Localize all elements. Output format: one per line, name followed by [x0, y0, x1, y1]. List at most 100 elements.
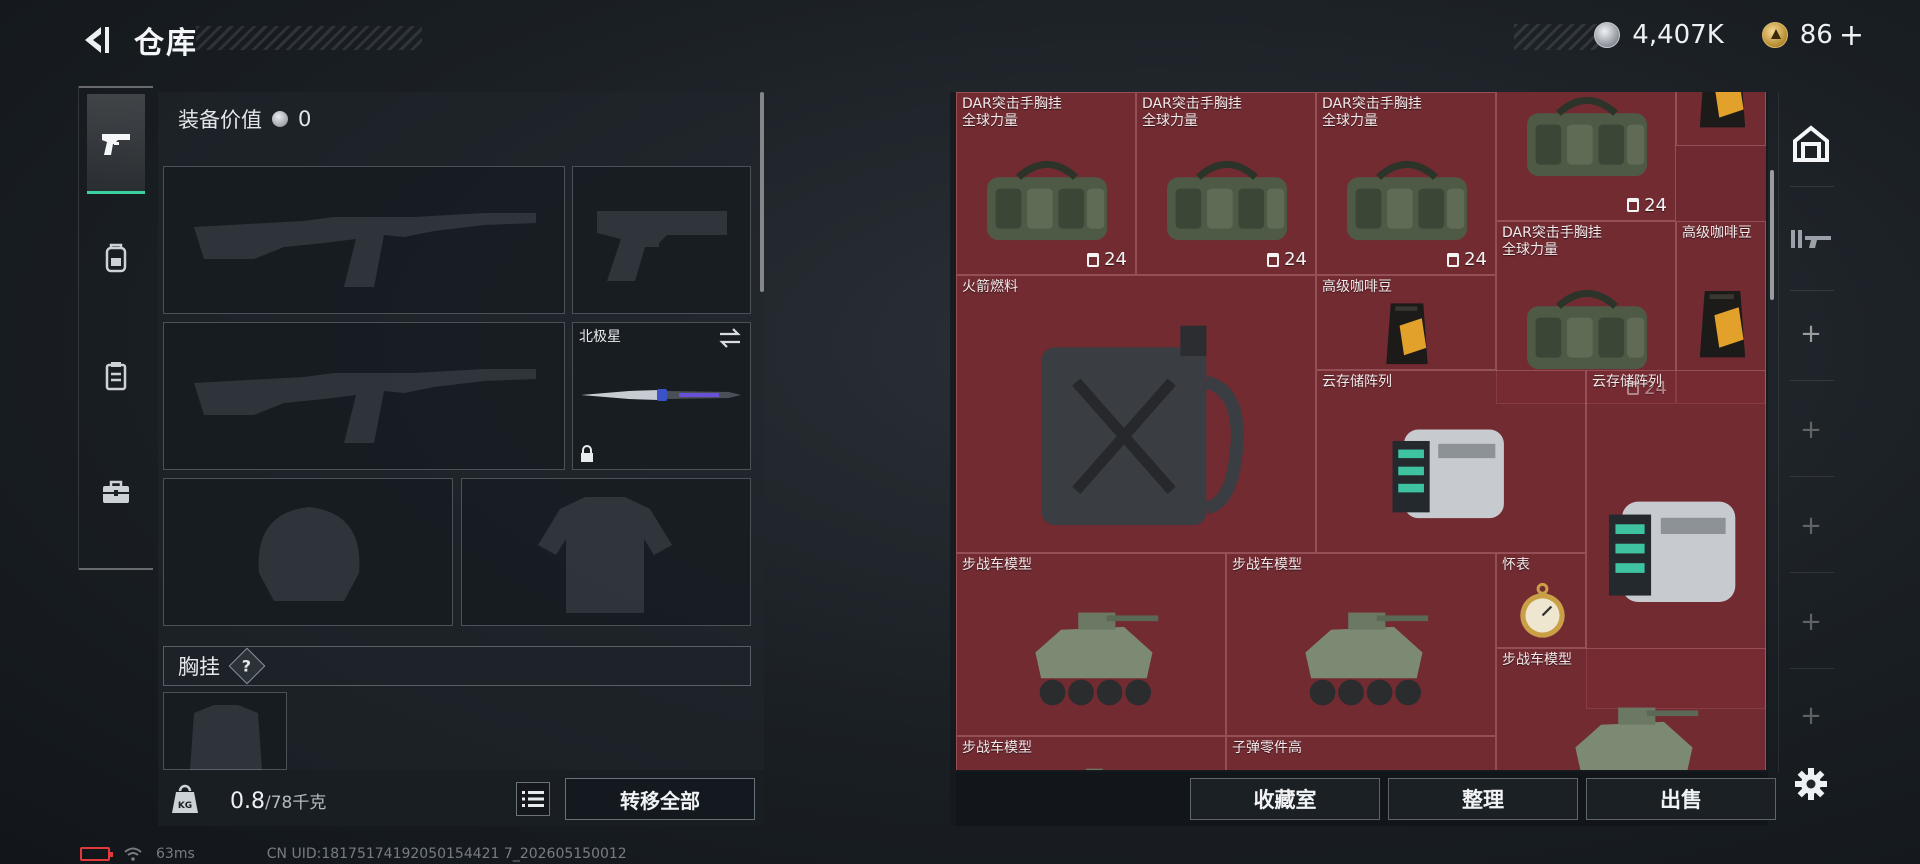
primary-weapon-slot-1[interactable]: [163, 166, 565, 314]
storage-item-name: 步战车模型: [962, 740, 1032, 757]
storage-item[interactable]: 步战车模型: [1226, 553, 1496, 737]
equipment-value: 装备价值 0: [178, 104, 311, 134]
pistol-silhouette-icon: [597, 211, 727, 281]
chest-rig-item-icon: [1527, 96, 1647, 176]
collection-room-button[interactable]: 收藏室: [1190, 778, 1380, 820]
capacity-icon: [1087, 252, 1100, 267]
currency-main-amount: 4,407K: [1632, 20, 1724, 50]
silver-coin-icon: [1594, 22, 1621, 48]
storage-scrollbar[interactable]: [1770, 170, 1774, 300]
category-weapons[interactable]: [87, 94, 145, 194]
rifle-silhouette-icon: [194, 213, 536, 287]
ifv-model-icon: [1034, 612, 1158, 706]
ifv-model-icon: [1085, 768, 1122, 770]
list-view-button[interactable]: [516, 782, 550, 816]
storage-item-name: DAR突击手胸挂 全球力量: [1502, 224, 1602, 258]
category-tools[interactable]: [87, 442, 145, 542]
storage-item-name: DAR突击手胸挂 全球力量: [1142, 96, 1242, 129]
ping-text: 63ms: [156, 846, 195, 862]
weight-icon: KG: [168, 782, 202, 816]
storage-item[interactable]: 24: [1496, 92, 1676, 221]
storage-item[interactable]: 怀表: [1496, 553, 1586, 648]
organize-button[interactable]: 整理: [1388, 778, 1578, 820]
premium-coin-icon: [1761, 22, 1788, 48]
chest-rig-item-icon: [1167, 161, 1287, 241]
add-premium-button[interactable]: +: [1839, 18, 1864, 53]
swap-icon[interactable]: [718, 327, 742, 349]
storage-item-count: 24: [1267, 249, 1307, 270]
storage-item-name: 子弹零件高: [1232, 740, 1302, 757]
storage-grid: DAR突击手胸挂 全球力量 24 DAR突击手胸挂 全球力量 24 DAR突击手胸挂 全球力量…: [956, 92, 1766, 770]
add-storage-tab-button[interactable]: +: [1778, 408, 1844, 452]
pocket-watch-icon: [1519, 583, 1565, 639]
add-storage-tab-button[interactable]: +: [1778, 694, 1844, 738]
storage-item-count: 24: [1087, 249, 1127, 270]
weapon-rack-icon: [1791, 230, 1831, 248]
storage-tab-main[interactable]: [1778, 114, 1844, 174]
storage-item-count: 24: [1627, 195, 1667, 216]
equipment-value-label: 装备价值: [178, 108, 262, 132]
storage-item[interactable]: 火箭燃料: [956, 275, 1316, 554]
sell-button[interactable]: 出售: [1586, 778, 1776, 820]
armor-silhouette-icon: [538, 497, 672, 613]
chest-rig-item-icon: [987, 161, 1107, 241]
chest-rig-label: 胸挂: [178, 655, 220, 679]
storage-item[interactable]: 子弹零件高: [1226, 736, 1496, 770]
coffee-beans-icon: [1386, 303, 1428, 365]
storage-item[interactable]: [1676, 92, 1766, 147]
silver-coin-icon: [272, 111, 288, 127]
storage-item-name: 高级咖啡豆: [1682, 224, 1752, 241]
storage-array-icon: [1392, 429, 1504, 519]
storage-item[interactable]: DAR突击手胸挂全球力量 24: [956, 92, 1136, 276]
currency-premium-amount: 86: [1799, 20, 1833, 50]
transfer-all-button[interactable]: 转移全部: [565, 778, 755, 820]
equipment-scrollbar[interactable]: [760, 92, 764, 292]
backpack-icon: [105, 243, 127, 273]
storage-item-name: 步战车模型: [1502, 651, 1572, 668]
chest-rig-slot[interactable]: [163, 692, 287, 771]
storage-item[interactable]: DAR突击手胸挂全球力量 24: [1316, 92, 1496, 276]
back-button[interactable]: [78, 22, 114, 58]
chest-rig-silhouette-icon: [190, 705, 262, 771]
category-backpacks[interactable]: [87, 208, 145, 308]
storage-item[interactable]: 步战车模型: [956, 553, 1226, 737]
pistol-icon: [102, 133, 130, 155]
uid-text: CN UID:18175174192050154421 7_2026051500…: [266, 846, 627, 862]
chest-rig-help-button[interactable]: ?: [228, 647, 266, 685]
knife-icon: [581, 389, 741, 401]
pistol-slot[interactable]: [572, 166, 751, 314]
storage-item[interactable]: DAR突击手胸挂全球力量 24: [1136, 92, 1316, 276]
primary-weapon-slot-2[interactable]: [163, 322, 565, 470]
svg-text:KG: KG: [178, 801, 192, 811]
add-storage-tab-button[interactable]: +: [1778, 504, 1844, 548]
storage-item[interactable]: 云存储阵列: [1316, 369, 1586, 554]
storage-item[interactable]: 步战车模型: [956, 736, 1226, 770]
storage-item-name: 高级咖啡豆: [1322, 279, 1392, 296]
storage-item-name: 步战车模型: [962, 557, 1032, 574]
category-chest-rigs[interactable]: [87, 326, 145, 426]
weight-current: 0.8: [230, 789, 265, 814]
storage-item-name: DAR突击手胸挂 全球力量: [1322, 96, 1422, 129]
storage-item[interactable]: 高级咖啡豆: [1316, 275, 1496, 370]
jerrycan-icon: [1041, 325, 1244, 525]
storage-item-name: 步战车模型: [1232, 557, 1302, 574]
currency-decoration: [1514, 24, 1600, 50]
helmet-silhouette-icon: [258, 507, 360, 601]
melee-slot[interactable]: 北极星: [572, 322, 751, 470]
settings-button[interactable]: [1778, 760, 1844, 808]
storage-tab-weapons[interactable]: [1778, 210, 1844, 270]
wifi-icon: [124, 847, 142, 861]
storage-item-count-value: 24: [1284, 249, 1307, 271]
add-storage-tab-button[interactable]: +: [1778, 312, 1844, 356]
chest-rig-icon: [105, 362, 127, 391]
armor-slot[interactable]: [461, 478, 751, 626]
add-storage-tab-button[interactable]: +: [1778, 600, 1844, 644]
chest-rig-item-icon: [1347, 161, 1467, 241]
currency-bar: 4,407K 86 +: [1594, 16, 1864, 54]
lock-icon: [581, 445, 593, 462]
back-arrow-icon: [85, 27, 109, 53]
helmet-slot[interactable]: [163, 478, 453, 626]
storage-item[interactable]: 步战车模型: [1496, 647, 1766, 770]
capacity-icon: [1447, 252, 1460, 267]
bullet-parts-icon: [1241, 756, 1484, 770]
